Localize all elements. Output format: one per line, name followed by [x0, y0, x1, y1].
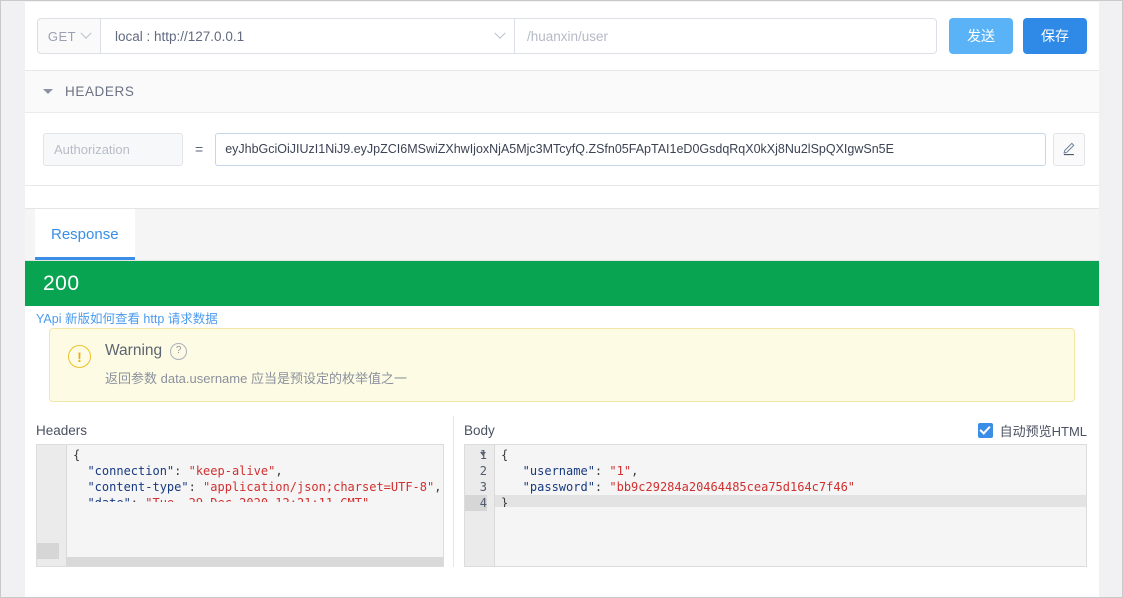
- code-token: "application/json;charset=UTF-8": [203, 480, 435, 494]
- response-tabbar: Response: [25, 209, 1099, 261]
- line-number: [37, 447, 59, 463]
- code-line: "date": "Tue, 29 Dec 2020 12:21:11 GMT",: [67, 495, 443, 502]
- header-key-placeholder: Authorization: [54, 141, 130, 157]
- code-token: "content-type": [73, 480, 189, 494]
- headers-section-title: HEADERS: [65, 84, 135, 99]
- code-line: {: [67, 447, 443, 463]
- response-body-code[interactable]: 1 2 34 { "username": "1", "password": "bb9…: [464, 444, 1087, 567]
- code-token: "keep-alive": [188, 464, 276, 478]
- pane-divider: [453, 416, 454, 567]
- checkbox-checked-icon[interactable]: [977, 422, 993, 438]
- code-token: {: [73, 448, 81, 462]
- code-line: "password": "bb9c29284a20464485cea75d164…: [495, 479, 1086, 495]
- chevron-down-icon: [494, 27, 506, 39]
- code-token: "1": [609, 464, 632, 478]
- main-content: GET local : http://127.0.0.1 /huanxin/us…: [25, 2, 1099, 597]
- response-body-pane: Body 自动预览HTML 1 2 34 { "username": "1", "p…: [464, 416, 1099, 567]
- headers-card-spacer: [25, 186, 1099, 209]
- code-token: "bb9c29284a20464485cea75d164c7f46": [609, 480, 856, 494]
- response-headers-title: Headers: [36, 422, 88, 438]
- auto-preview-html-toggle[interactable]: 自动预览HTML: [977, 421, 1087, 440]
- code-token: "username": [501, 464, 595, 478]
- code-line: {: [495, 447, 1086, 463]
- save-button[interactable]: 保存: [1023, 18, 1087, 54]
- tab-response[interactable]: Response: [35, 209, 135, 260]
- header-key-input[interactable]: Authorization: [43, 132, 183, 166]
- code-content[interactable]: { "connection": "keep-alive", "content-t…: [67, 445, 443, 502]
- code-token: :: [188, 480, 204, 494]
- fold-arrow-icon[interactable]: [480, 452, 486, 456]
- line-number: 3: [479, 480, 487, 494]
- exclamation-circle-icon: !: [68, 345, 91, 368]
- http-help-link[interactable]: YApi 新版如何查看 http 请求数据: [36, 308, 218, 327]
- code-gutter: [37, 445, 67, 566]
- code-token: ,: [631, 464, 639, 478]
- header-value-input[interactable]: eyJhbGciOiJIUzI1NiJ9.eyJpZCI6MSwiZXhwIjo…: [215, 132, 1046, 166]
- request-path-input[interactable]: /huanxin/user: [515, 18, 937, 54]
- line-number: [37, 479, 59, 495]
- line-number: [37, 543, 59, 559]
- header-row: Authorization = eyJhbGciOiJIUzI1NiJ9.eyJ…: [25, 113, 1099, 186]
- http-method-select[interactable]: GET: [37, 18, 101, 54]
- chevron-down-icon: [43, 89, 53, 94]
- headers-section-toggle[interactable]: HEADERS: [25, 71, 1099, 113]
- code-line: "connection": "keep-alive",: [67, 463, 443, 479]
- header-value-text: eyJhbGciOiJIUzI1NiJ9.eyJpZCI6MSwiZXhwIjo…: [225, 142, 894, 156]
- code-line: }: [495, 495, 1086, 507]
- status-code: 200: [43, 271, 80, 295]
- line-number: [37, 495, 59, 511]
- response-body-pane-head: Body 自动预览HTML: [464, 416, 1087, 444]
- code-token: {: [501, 448, 509, 462]
- header-edit-button[interactable]: [1053, 132, 1085, 166]
- tip-link-row: YApi 新版如何查看 http 请求数据: [25, 306, 1099, 328]
- line-number: [37, 463, 59, 479]
- chevron-down-icon: [80, 27, 92, 39]
- response-panes: Headers { "connection": "keep-alive", "c…: [25, 402, 1099, 567]
- code-line: "content-type": "application/json;charse…: [67, 479, 443, 495]
- yapi-request-window: GET local : http://127.0.0.1 /huanxin/us…: [0, 0, 1123, 598]
- warning-box: ! Warning ? 返回参数 data.username 应当是预设定的枚举…: [49, 328, 1075, 402]
- line-number: 1: [479, 448, 487, 462]
- send-button[interactable]: 发送: [949, 18, 1013, 54]
- code-token: :: [594, 480, 610, 494]
- headers-card: HEADERS Authorization = eyJhbGciOiJIUzI1…: [25, 71, 1099, 209]
- warning-message: 返回参数 data.username 应当是预设定的枚举值之一: [105, 371, 407, 386]
- tab-response-label: Response: [51, 226, 119, 243]
- warning-title-row: Warning ?: [105, 342, 407, 360]
- pencil-icon: [1063, 142, 1075, 156]
- line-number: 4: [465, 495, 487, 511]
- code-token: }: [501, 496, 509, 507]
- warning-title: Warning: [105, 342, 163, 359]
- code-line: "username": "1",: [495, 463, 1086, 479]
- status-bar: 200: [25, 261, 1099, 306]
- code-content[interactable]: { "username": "1", "password": "bb9c2928…: [495, 445, 1086, 507]
- environment-select[interactable]: local : http://127.0.0.1: [101, 18, 515, 54]
- header-equals-sign: =: [195, 141, 204, 157]
- line-number: 2: [479, 464, 487, 478]
- code-token: "password": [501, 480, 595, 494]
- line-number: [37, 527, 59, 543]
- response-headers-code[interactable]: { "connection": "keep-alive", "content-t…: [36, 444, 444, 567]
- http-method-label: GET: [47, 28, 77, 44]
- code-gutter: 1 2 34: [465, 445, 495, 566]
- code-token: :: [174, 464, 189, 478]
- auto-preview-html-label: 自动预览HTML: [999, 423, 1087, 439]
- line-number: [37, 511, 59, 527]
- left-gutter: [2, 2, 26, 597]
- code-token: :: [594, 464, 610, 478]
- response-body-title: Body: [464, 422, 495, 438]
- warning-wrapper: ! Warning ? 返回参数 data.username 应当是预设定的枚举…: [25, 328, 1099, 402]
- right-gutter: [1098, 2, 1121, 597]
- code-token: ,: [275, 464, 283, 478]
- horizontal-scrollbar[interactable]: [67, 557, 443, 566]
- request-path-placeholder: /huanxin/user: [527, 28, 609, 44]
- environment-label: local : http://127.0.0.1: [115, 28, 245, 44]
- code-token: "connection": [73, 464, 175, 478]
- request-url-bar: GET local : http://127.0.0.1 /huanxin/us…: [25, 2, 1099, 71]
- response-headers-pane: Headers { "connection": "keep-alive", "c…: [25, 416, 444, 567]
- warning-content: Warning ? 返回参数 data.username 应当是预设定的枚举值之…: [105, 342, 407, 387]
- code-token: ,: [434, 480, 442, 494]
- response-headers-pane-head: Headers: [36, 416, 444, 444]
- question-circle-icon[interactable]: ?: [170, 342, 188, 360]
